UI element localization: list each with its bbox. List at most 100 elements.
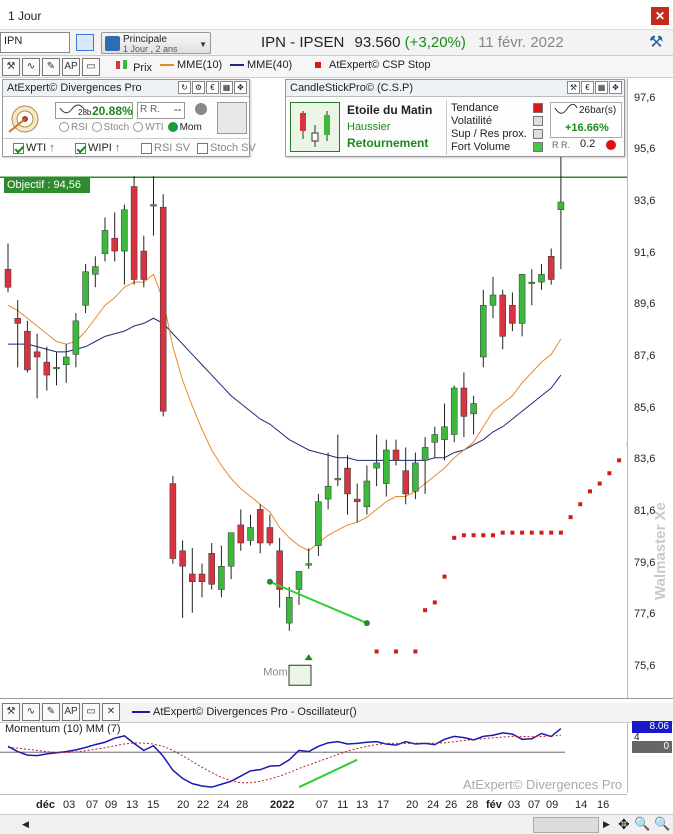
candle bbox=[159, 194, 167, 417]
zoom-out-icon[interactable]: 🔍 bbox=[654, 816, 670, 832]
price-chart[interactable]: Mom bbox=[0, 78, 627, 698]
legend-ema40: MME(40) bbox=[230, 59, 292, 71]
drawing-icon[interactable]: ✎ bbox=[42, 703, 60, 721]
candle bbox=[33, 333, 41, 399]
momentum-ma-line bbox=[7, 734, 561, 784]
candle bbox=[62, 344, 70, 383]
symbol-input[interactable]: IPN bbox=[0, 32, 70, 53]
pin-icon[interactable] bbox=[217, 102, 247, 134]
check-wipi[interactable]: WIPI ↑ bbox=[75, 142, 120, 154]
tools-button[interactable]: ⚒ bbox=[2, 58, 20, 76]
x-axis-label: 13 bbox=[356, 799, 369, 811]
tools-icon[interactable]: ⚒ bbox=[649, 34, 667, 52]
window-icon[interactable]: ▭ bbox=[82, 703, 100, 721]
divergence-period: 28b bbox=[78, 108, 92, 117]
y-axis-label: 85,6 bbox=[634, 401, 656, 414]
move-icon[interactable]: ✥ bbox=[234, 81, 247, 94]
scroll-thumb[interactable] bbox=[533, 817, 599, 833]
oscillator-pane[interactable]: ⚒ ∿ ✎ AP ▭ ✕ AtExpert© Divergences Pro -… bbox=[0, 698, 673, 794]
scroll-right-icon[interactable]: ▶ bbox=[603, 819, 610, 830]
candle bbox=[286, 586, 293, 631]
x-axis-label: 03 bbox=[508, 799, 521, 811]
euro-icon[interactable]: € bbox=[206, 81, 219, 94]
y-axis-label: 77,6 bbox=[634, 608, 656, 621]
y-axis-label: 97,6 bbox=[634, 91, 656, 104]
candle bbox=[509, 292, 516, 332]
check-wti[interactable]: WTI ↑ bbox=[13, 142, 55, 154]
close-icon[interactable]: ✕ bbox=[102, 703, 120, 721]
csp-metrics: Tendance Volatilité Sup / Res prox. Fort… bbox=[446, 100, 550, 155]
move-icon[interactable]: ✥ bbox=[609, 81, 622, 94]
csp-stop-dot bbox=[452, 535, 457, 540]
candle-icon bbox=[116, 60, 127, 69]
candle bbox=[227, 532, 235, 580]
candle bbox=[111, 212, 118, 262]
x-axis-label: 07 bbox=[316, 799, 329, 811]
grid-icon[interactable]: ▦ bbox=[220, 81, 233, 94]
layout-dropdown[interactable]: Principale 1 Jour , 2 ans ▼ bbox=[101, 32, 211, 54]
book-icon[interactable] bbox=[76, 34, 94, 51]
objective-label: Objectif : 94,56 bbox=[4, 178, 90, 193]
drawing-icon[interactable]: ✎ bbox=[42, 58, 60, 76]
horizontal-scrollbar[interactable]: ◀ ▶ ✥ 🔍 🔍 bbox=[0, 814, 673, 834]
scroll-left-icon[interactable]: ◀ bbox=[22, 819, 29, 830]
legend-ema10-label: MME(10) bbox=[177, 59, 223, 71]
csp-stop-dot bbox=[461, 533, 466, 538]
candle bbox=[237, 509, 245, 551]
indicator-icon[interactable]: ∿ bbox=[22, 58, 40, 76]
ap-icon[interactable]: AP bbox=[62, 58, 80, 76]
csp-pct: +16.66% bbox=[565, 122, 609, 134]
radio-mom[interactable]: Mom bbox=[167, 122, 202, 133]
watermark: Walmaster Xe bbox=[652, 502, 669, 600]
candle bbox=[363, 465, 371, 515]
tools-button[interactable]: ⚒ bbox=[2, 703, 20, 721]
metric-support: Sup / Res prox. bbox=[451, 128, 527, 140]
divergence-point bbox=[363, 620, 370, 627]
candle bbox=[218, 545, 225, 598]
oscillator-radios: RSI Stoch WTI Mom bbox=[59, 122, 206, 133]
refresh-icon[interactable]: ↻ bbox=[178, 81, 191, 94]
window-icon[interactable]: ▭ bbox=[82, 58, 100, 76]
price-axis: 97,6 95,6 93,6 91,6 89,6 87,6 85,6 83,6 81,6 79,6… bbox=[627, 78, 673, 698]
tools-icon[interactable]: ⚒ bbox=[567, 81, 580, 94]
csp-stop-dot bbox=[558, 530, 563, 535]
x-axis-label: 16 bbox=[597, 799, 610, 811]
oscillator-subtitle: Momentum (10) MM (7) bbox=[5, 723, 121, 735]
csp-stop-dot bbox=[471, 533, 476, 538]
zoom-in-icon[interactable]: 🔍 bbox=[634, 816, 650, 832]
radio-rsi[interactable]: RSI bbox=[59, 122, 88, 133]
check-rsi-sv[interactable]: RSI SV bbox=[141, 142, 190, 154]
oscillator-title: AtExpert© Divergences Pro - Oscillateur(… bbox=[132, 706, 357, 718]
candle bbox=[470, 395, 477, 435]
csp-stop-dot bbox=[617, 458, 622, 463]
divergence-pct: 20.88% bbox=[92, 104, 133, 118]
candle bbox=[179, 540, 186, 618]
euro-icon[interactable]: € bbox=[581, 81, 594, 94]
csp-stop-dot bbox=[500, 530, 505, 535]
trend-indicator bbox=[533, 103, 543, 113]
metric-trend: Tendance bbox=[451, 102, 499, 114]
candle bbox=[53, 351, 60, 386]
window-titlebar: 1 Jour ✕ bbox=[0, 0, 673, 30]
candle bbox=[450, 385, 458, 443]
divergence-line bbox=[269, 580, 368, 625]
ap-icon[interactable]: AP bbox=[62, 703, 80, 721]
radio-wti[interactable]: WTI bbox=[133, 122, 164, 133]
osc-divergence-line bbox=[298, 758, 358, 789]
indicator-icon[interactable]: ∿ bbox=[22, 703, 40, 721]
x-axis-label: 20 bbox=[177, 799, 190, 811]
candle bbox=[518, 274, 526, 337]
check-stoch-sv[interactable]: Stoch SV bbox=[197, 142, 256, 154]
settings-icon[interactable]: ⚙ bbox=[192, 81, 205, 94]
close-button[interactable]: ✕ bbox=[651, 7, 669, 25]
divergence-checks: WTI ↑ WIPI ↑ RSI SV Stoch SV bbox=[3, 138, 256, 156]
grid-icon[interactable]: ▦ bbox=[595, 81, 608, 94]
panel-buttons: ↻ ⚙ € ▦ ✥ bbox=[177, 81, 247, 94]
x-axis-label: 2022 bbox=[270, 799, 295, 811]
csp-stop-dot bbox=[529, 530, 534, 535]
radio-stoch[interactable]: Stoch bbox=[91, 122, 129, 133]
x-axis-label: 03 bbox=[63, 799, 76, 811]
move-icon[interactable]: ✥ bbox=[618, 816, 630, 833]
candle bbox=[43, 346, 51, 391]
instrument-headline: IPN - IPSEN 93.560 (+3,20%) 11 févr. 202… bbox=[261, 34, 564, 51]
